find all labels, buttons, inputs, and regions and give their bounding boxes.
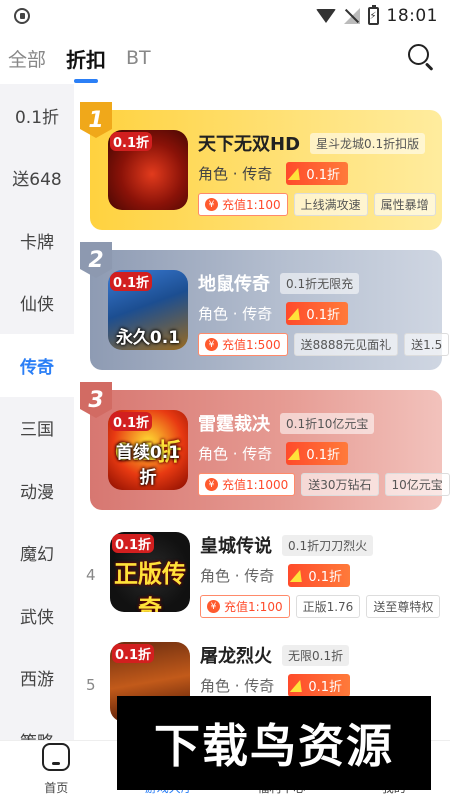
nav-home-label: 首页 — [44, 781, 69, 795]
yen-icon: ¥ — [207, 600, 220, 613]
sidebar-item-chuanqi[interactable]: 传奇 — [0, 334, 74, 397]
promo-tag: 0.1折10亿元宝 — [280, 412, 375, 434]
promo-tag: 0.1折无限充 — [280, 272, 360, 294]
no-signal-icon — [343, 8, 360, 24]
feature-chip: 送1.5 — [404, 333, 450, 356]
bolt-icon — [290, 569, 307, 582]
feature-chip: 正版1.76 — [295, 595, 361, 618]
rank-badge: 3 — [80, 382, 112, 418]
status-bar: ⚡ 18:01 — [0, 0, 450, 32]
discount-badge: 0.1折 — [288, 674, 350, 697]
feature-chip: 上线满攻速 — [293, 193, 368, 216]
game-info: 屠龙烈火 无限0.1折 角色 · 传奇 0.1折 — [200, 642, 450, 697]
tab-bt[interactable]: BT — [126, 43, 151, 73]
game-genre: 角色 · 传奇 — [198, 305, 273, 323]
bolt-icon — [288, 447, 305, 460]
icon-center-text: 正版传奇 — [114, 560, 186, 612]
top-tab-bar: 全部 折扣 BT — [0, 32, 450, 84]
sidebar-item-sanguo[interactable]: 三国 — [0, 397, 74, 460]
game-card-2[interactable]: 2 0.1折 永久0.1 地鼠传奇 0.1折无限充 角色 · 传奇 0.1折 ¥… — [80, 242, 450, 370]
rank-number: 4 — [86, 566, 96, 584]
sidebar-item-song648[interactable]: 送648 — [0, 147, 74, 210]
wifi-icon — [315, 9, 336, 23]
rank-badge: 1 — [80, 102, 112, 138]
discount-badge: 0.1折 — [286, 302, 348, 325]
discount-badge: 0.1折 — [286, 442, 348, 465]
game-title: 雷霆裁决 — [198, 414, 270, 435]
game-icon[interactable]: 0.1折 永久0.1 — [108, 270, 188, 350]
feature-chip: 送30万钻石 — [301, 473, 379, 496]
sidebar-item-wuxia[interactable]: 武侠 — [0, 584, 74, 647]
rank-number: 5 — [86, 676, 96, 694]
game-info: 雷霆裁决 0.1折10亿元宝 角色 · 传奇 0.1折 ¥ 充值1:1000 送3… — [198, 410, 450, 496]
yen-icon: ¥ — [205, 338, 218, 351]
game-card-3[interactable]: 3 0.1折 0.1折 首续0.1折 雷霆裁决 0.1折10亿元宝 角色 · 传… — [80, 382, 450, 510]
rank-badge: 2 — [80, 242, 112, 278]
recharge-chip: ¥ 充值1:100 — [200, 595, 290, 618]
game-list: 1 0.1折 天下无双HD 星斗龙城0.1折扣版 角色 · 传奇 0.1折 ¥ 充… — [74, 84, 450, 740]
icon-caption: 永久0.1 — [115, 328, 181, 348]
discount-badge: 0.1折 — [288, 564, 350, 587]
app-screen: ⚡ 18:01 全部 折扣 BT 0.1折 送648 卡牌 仙侠 传奇 三国 动… — [0, 0, 450, 800]
game-title: 皇城传说 — [200, 536, 272, 557]
sidebar-item-celue[interactable]: 策略 — [0, 709, 74, 740]
feature-chip: 10亿元宝 — [384, 473, 450, 496]
yen-icon: ¥ — [205, 478, 218, 491]
game-info: 天下无双HD 星斗龙城0.1折扣版 角色 · 传奇 0.1折 ¥ 充值1:100 … — [198, 130, 442, 216]
promo-tag: 0.1折刀刀烈火 — [282, 534, 374, 556]
game-genre: 角色 · 传奇 — [198, 165, 273, 183]
game-title: 天下无双HD — [198, 134, 301, 155]
game-title: 屠龙烈火 — [200, 646, 272, 667]
recharge-chip: ¥ 充值1:1000 — [198, 473, 296, 496]
sidebar-item-kapai[interactable]: 卡牌 — [0, 209, 74, 272]
sidebar-item-xianxia[interactable]: 仙侠 — [0, 272, 74, 335]
icon-corner-label: 0.1折 — [110, 272, 153, 291]
tab-all[interactable]: 全部 — [8, 41, 46, 76]
game-card-1[interactable]: 1 0.1折 天下无双HD 星斗龙城0.1折扣版 角色 · 传奇 0.1折 ¥ 充… — [80, 102, 442, 230]
feature-chip: 送至尊特权 — [366, 595, 441, 618]
bolt-icon — [288, 167, 305, 180]
promo-tag: 星斗龙城0.1折扣版 — [310, 132, 426, 154]
game-title: 地鼠传奇 — [198, 274, 270, 295]
category-sidebar: 0.1折 送648 卡牌 仙侠 传奇 三国 动漫 魔幻 武侠 西游 策略 — [0, 84, 74, 740]
recharge-chip: ¥ 充值1:100 — [198, 193, 288, 216]
feature-chip: 送8888元见面礼 — [293, 333, 399, 356]
icon-corner-label: 0.1折 — [110, 132, 153, 151]
icon-caption: 首续0.1折 — [115, 443, 181, 488]
feature-chip: 属性暴增 — [373, 193, 436, 216]
discount-badge: 0.1折 — [286, 162, 348, 185]
nav-home[interactable]: 首页 — [0, 741, 113, 800]
game-icon[interactable]: 0.1折 — [108, 130, 188, 210]
game-icon[interactable]: 0.1折 正版传奇 — [110, 532, 190, 612]
sidebar-item-xiyou[interactable]: 西游 — [0, 647, 74, 710]
game-genre: 角色 · 传奇 — [200, 677, 275, 695]
game-genre: 角色 · 传奇 — [200, 567, 275, 585]
status-time: 18:01 — [386, 6, 438, 26]
bolt-icon — [290, 679, 307, 692]
sidebar-item-mohuan[interactable]: 魔幻 — [0, 522, 74, 585]
shield-icon — [14, 8, 30, 24]
tab-discount[interactable]: 折扣 — [66, 40, 106, 83]
search-icon[interactable] — [408, 44, 434, 71]
icon-corner-label: 0.1折 — [112, 644, 155, 663]
game-info: 皇城传说 0.1折刀刀烈火 角色 · 传奇 0.1折 ¥ 充值1:100 正版1.… — [200, 532, 450, 618]
icon-corner-label: 0.1折 — [112, 534, 155, 553]
yen-icon: ¥ — [205, 198, 218, 211]
game-row-4[interactable]: 4 0.1折 正版传奇 皇城传说 0.1折刀刀烈火 角色 · 传奇 0.1折 ¥… — [74, 528, 450, 628]
promo-tag: 无限0.1折 — [282, 644, 350, 666]
game-info: 地鼠传奇 0.1折无限充 角色 · 传奇 0.1折 ¥ 充值1:500 送8888… — [198, 270, 450, 356]
battery-icon: ⚡ — [367, 5, 379, 25]
recharge-chip: ¥ 充值1:500 — [198, 333, 288, 356]
sidebar-item-dongman[interactable]: 动漫 — [0, 459, 74, 522]
icon-corner-label: 0.1折 — [110, 412, 153, 431]
game-genre: 角色 · 传奇 — [198, 445, 273, 463]
home-icon — [42, 743, 71, 771]
sidebar-item-0.1zhe[interactable]: 0.1折 — [0, 84, 74, 147]
watermark-text: 下载鸟资源 — [154, 719, 394, 773]
game-icon[interactable]: 0.1折 0.1折 首续0.1折 — [108, 410, 188, 490]
bolt-icon — [288, 307, 305, 320]
watermark-banner: 下载鸟资源 — [117, 696, 431, 790]
